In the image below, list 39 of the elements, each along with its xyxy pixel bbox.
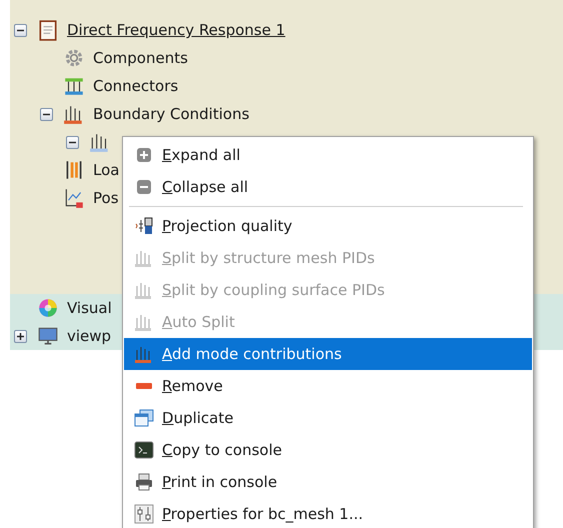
properties-icon — [134, 504, 154, 524]
tree-toggle[interactable] — [14, 24, 27, 36]
color-wheel-icon — [37, 297, 59, 319]
menu-item[interactable]: Properties for bc_mesh 1... — [124, 498, 532, 528]
plus-icon — [137, 148, 151, 162]
menu-item[interactable]: Print in console — [124, 466, 532, 498]
menu-item[interactable]: Add mode contributions — [124, 338, 532, 370]
tree-item-label[interactable]: Components — [93, 49, 188, 67]
tree-item-label[interactable]: Connectors — [93, 77, 178, 95]
chart-icon — [63, 187, 85, 209]
tree-link[interactable]: Direct Frequency Response 1 — [67, 21, 286, 39]
menu-item[interactable]: Remove — [124, 370, 532, 402]
boundary-arrows-icon — [134, 280, 154, 300]
menu-item[interactable]: Collapse all — [124, 171, 532, 203]
tree-toggle[interactable] — [40, 108, 53, 120]
menu-item[interactable]: Projection quality — [124, 210, 532, 242]
clipboard-icon — [37, 19, 59, 41]
gear-icon — [63, 47, 85, 69]
menu-item[interactable]: Duplicate — [124, 402, 532, 434]
menu-item[interactable]: Copy to console — [124, 434, 532, 466]
boundary-arrows-icon — [134, 312, 154, 332]
tree-item-label[interactable]: Visual — [67, 299, 112, 317]
tree-toggle[interactable] — [66, 136, 79, 148]
tree-toggle[interactable] — [14, 330, 27, 342]
boundary-arrows-icon — [134, 344, 154, 364]
tree-item-label[interactable]: Boundary Conditions — [93, 105, 250, 123]
tree-item-label[interactable]: Loa — [93, 161, 120, 179]
monitor-icon — [37, 325, 59, 347]
menu-item[interactable]: Expand all — [124, 139, 532, 171]
printer-icon — [134, 472, 154, 492]
projection-icon — [134, 216, 154, 236]
windows-icon — [134, 408, 154, 428]
minus-icon — [136, 383, 152, 389]
tree-item-label[interactable]: viewp — [67, 327, 112, 345]
plus-icon — [17, 332, 24, 340]
minus-icon — [137, 180, 151, 194]
terminal-icon — [134, 440, 154, 460]
boundary-arrows-icon — [134, 248, 154, 268]
tree-item-label[interactable]: Pos — [93, 189, 119, 207]
